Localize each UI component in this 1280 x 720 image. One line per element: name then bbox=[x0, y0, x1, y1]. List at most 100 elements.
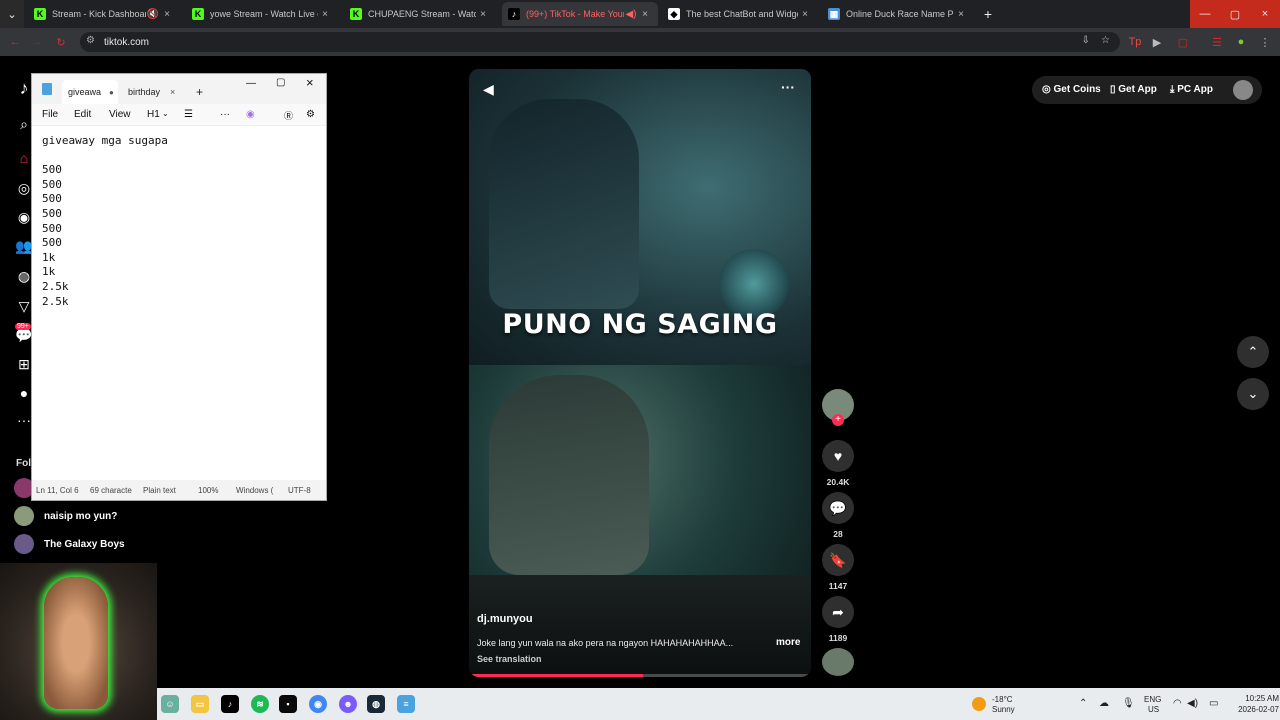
tab-tiktok[interactable]: ♪ (99+) TikTok - Make Your D ◀) × bbox=[502, 2, 658, 26]
wifi-icon[interactable]: ◠ bbox=[1173, 698, 1182, 709]
see-translation-link[interactable]: See translation bbox=[477, 654, 542, 664]
volume-icon[interactable]: ◀) bbox=[1187, 698, 1198, 709]
get-coins-button[interactable]: ◎ Get Coins bbox=[1042, 84, 1101, 95]
notepad-tab-birthday[interactable]: birthday × bbox=[122, 80, 180, 104]
next-video-button[interactable]: ⌄ bbox=[1237, 378, 1269, 410]
file-explorer-icon[interactable]: ▭ bbox=[191, 695, 209, 713]
language-code[interactable]: ENG bbox=[1144, 695, 1161, 704]
more-link[interactable]: more bbox=[776, 637, 800, 648]
cloud-icon[interactable]: ☁ bbox=[1099, 698, 1109, 709]
install-app-icon[interactable]: ⇩ bbox=[1082, 35, 1090, 46]
tab-kick-dashboard[interactable]: K Stream - Kick Dashboard 🔇 × bbox=[28, 2, 180, 26]
save-count: 1147 bbox=[828, 581, 848, 591]
tab-chupaeng-stream[interactable]: K CHUPAENG Stream - Watch Liv × bbox=[344, 2, 496, 26]
account-icon[interactable]: Ⓡ bbox=[284, 109, 293, 122]
close-icon[interactable]: × bbox=[954, 9, 968, 20]
close-icon[interactable]: × bbox=[170, 87, 175, 97]
like-button[interactable]: ♥ bbox=[822, 440, 854, 472]
follow-plus-icon[interactable]: + bbox=[832, 414, 844, 426]
gear-icon[interactable]: ⚙ bbox=[306, 109, 315, 120]
close-icon[interactable]: × bbox=[638, 9, 652, 20]
mute-icon[interactable]: ◀ bbox=[483, 81, 494, 98]
comment-button[interactable]: 💬 bbox=[822, 492, 854, 524]
share-button[interactable]: ➦ bbox=[822, 596, 854, 628]
previous-video-button[interactable]: ⌃ bbox=[1237, 336, 1269, 368]
chrome-icon[interactable]: ◉ bbox=[309, 695, 327, 713]
heart-icon: ♥ bbox=[833, 448, 843, 464]
video-progress-fill bbox=[469, 674, 644, 677]
muted-icon[interactable]: 🔇 bbox=[146, 9, 160, 20]
address-bar[interactable]: ⚙ tiktok.com ⇩ ☆ bbox=[80, 32, 1120, 52]
back-icon[interactable]: ← bbox=[6, 33, 24, 51]
discord-icon[interactable]: ☻ bbox=[339, 695, 357, 713]
app-icon[interactable]: ▪ bbox=[279, 695, 297, 713]
notepad-text-area[interactable]: giveaway mga sugapa 500 500 500 500 500 500 1k… bbox=[42, 134, 168, 309]
extension-icon[interactable]: Tp bbox=[1126, 33, 1144, 51]
tab-search-button[interactable]: ⌄ bbox=[0, 0, 24, 28]
video-progress-bar[interactable] bbox=[469, 674, 811, 677]
menu-file[interactable]: File bbox=[42, 109, 58, 120]
microphone-icon[interactable]: 🎙 bbox=[1122, 698, 1135, 709]
site-info-icon[interactable]: ⚙ bbox=[86, 35, 95, 46]
menu-kebab-icon[interactable]: ⋮ bbox=[1256, 33, 1274, 51]
tab-yowe-stream[interactable]: K yowe Stream - Watch Live on K × bbox=[186, 2, 338, 26]
profile-avatar[interactable]: ● bbox=[1232, 33, 1250, 51]
tab-label: giveawa bbox=[68, 87, 102, 97]
zoom-level[interactable]: 100% bbox=[198, 486, 218, 495]
steam-icon[interactable]: ◍ bbox=[367, 695, 385, 713]
music-disc-avatar[interactable] bbox=[822, 648, 854, 676]
spotify-icon[interactable]: ≋ bbox=[251, 695, 269, 713]
new-tab-button[interactable]: + bbox=[190, 80, 209, 104]
forward-icon[interactable]: → bbox=[28, 33, 46, 51]
minimize-button[interactable]: — bbox=[1190, 0, 1220, 28]
extension-icon[interactable]: ▢ bbox=[1174, 33, 1192, 51]
encoding[interactable]: UTF-8 bbox=[288, 486, 311, 495]
more-options-icon[interactable]: ··· bbox=[781, 79, 795, 95]
clock-time[interactable]: 10:25 AM bbox=[1217, 694, 1279, 703]
close-icon[interactable]: × bbox=[318, 9, 332, 20]
tray-chevron-up-icon[interactable]: ⌃ bbox=[1079, 698, 1087, 709]
get-app-button[interactable]: ▯ Get App bbox=[1110, 84, 1157, 95]
account-avatar[interactable] bbox=[14, 534, 34, 554]
list-icon[interactable]: ☰ bbox=[184, 109, 193, 120]
copilot-icon[interactable]: ◉ bbox=[246, 109, 255, 120]
widget-icon[interactable]: ☺ bbox=[161, 695, 179, 713]
video-author[interactable]: dj.munyou bbox=[477, 613, 533, 625]
sidebar-account-galaxy-boys[interactable]: The Galaxy Boys bbox=[44, 539, 125, 550]
close-icon[interactable]: × bbox=[476, 9, 490, 20]
close-icon[interactable]: × bbox=[160, 9, 174, 20]
tab-duck-race[interactable]: ▦ Online Duck Race Name Picke × bbox=[822, 2, 974, 26]
maximize-button[interactable]: ▢ bbox=[1220, 0, 1250, 28]
pc-app-button[interactable]: ⤓ PC App bbox=[1170, 84, 1213, 95]
video-player[interactable]: ◀ ··· PUNO NG SAGING dj.munyou Joke lang… bbox=[469, 69, 811, 677]
notepad-line: 2.5k bbox=[42, 294, 69, 308]
close-icon[interactable]: × bbox=[798, 9, 812, 20]
menu-view[interactable]: View bbox=[109, 109, 131, 120]
notepad-tab-giveaway[interactable]: giveawa ● bbox=[62, 80, 118, 104]
audio-icon[interactable]: ◀) bbox=[624, 9, 638, 20]
bookmark-star-icon[interactable]: ☆ bbox=[1101, 35, 1110, 46]
weather-text: Sunny bbox=[992, 705, 1015, 714]
tab-chatbot-widgets[interactable]: ◆ The best ChatBot and Widgets × bbox=[662, 2, 818, 26]
weather-temp[interactable]: -18°C bbox=[992, 695, 1013, 704]
account-avatar[interactable] bbox=[14, 506, 34, 526]
reload-icon[interactable]: ↻ bbox=[52, 33, 70, 51]
new-tab-button[interactable]: + bbox=[978, 0, 998, 28]
play-extension-icon[interactable]: ▶ bbox=[1148, 33, 1166, 51]
line-ending[interactable]: Windows ( bbox=[236, 486, 273, 495]
extensions-puzzle-icon[interactable]: ☰ bbox=[1208, 33, 1226, 51]
menu-edit[interactable]: Edit bbox=[74, 109, 91, 120]
minimize-button[interactable]: — bbox=[246, 78, 256, 89]
window-close-button[interactable]: × bbox=[306, 75, 314, 90]
window-close-button[interactable]: × bbox=[1250, 0, 1280, 28]
more-icon[interactable]: ··· bbox=[220, 109, 230, 120]
save-button[interactable]: 🔖 bbox=[822, 544, 854, 576]
heading-dropdown[interactable]: H1 bbox=[147, 109, 160, 120]
user-avatar[interactable] bbox=[1233, 80, 1253, 100]
maximize-button[interactable]: ▢ bbox=[276, 77, 285, 88]
header-actions: ◎ Get Coins ▯ Get App ⤓ PC App bbox=[1032, 76, 1262, 104]
get-coins-label: Get Coins bbox=[1053, 84, 1101, 95]
notepad-taskbar-icon[interactable]: ≡ bbox=[397, 695, 415, 713]
tiktok-app-icon[interactable]: ♪ bbox=[221, 695, 239, 713]
sidebar-account-naisip[interactable]: naisip mo yun? bbox=[44, 511, 117, 522]
